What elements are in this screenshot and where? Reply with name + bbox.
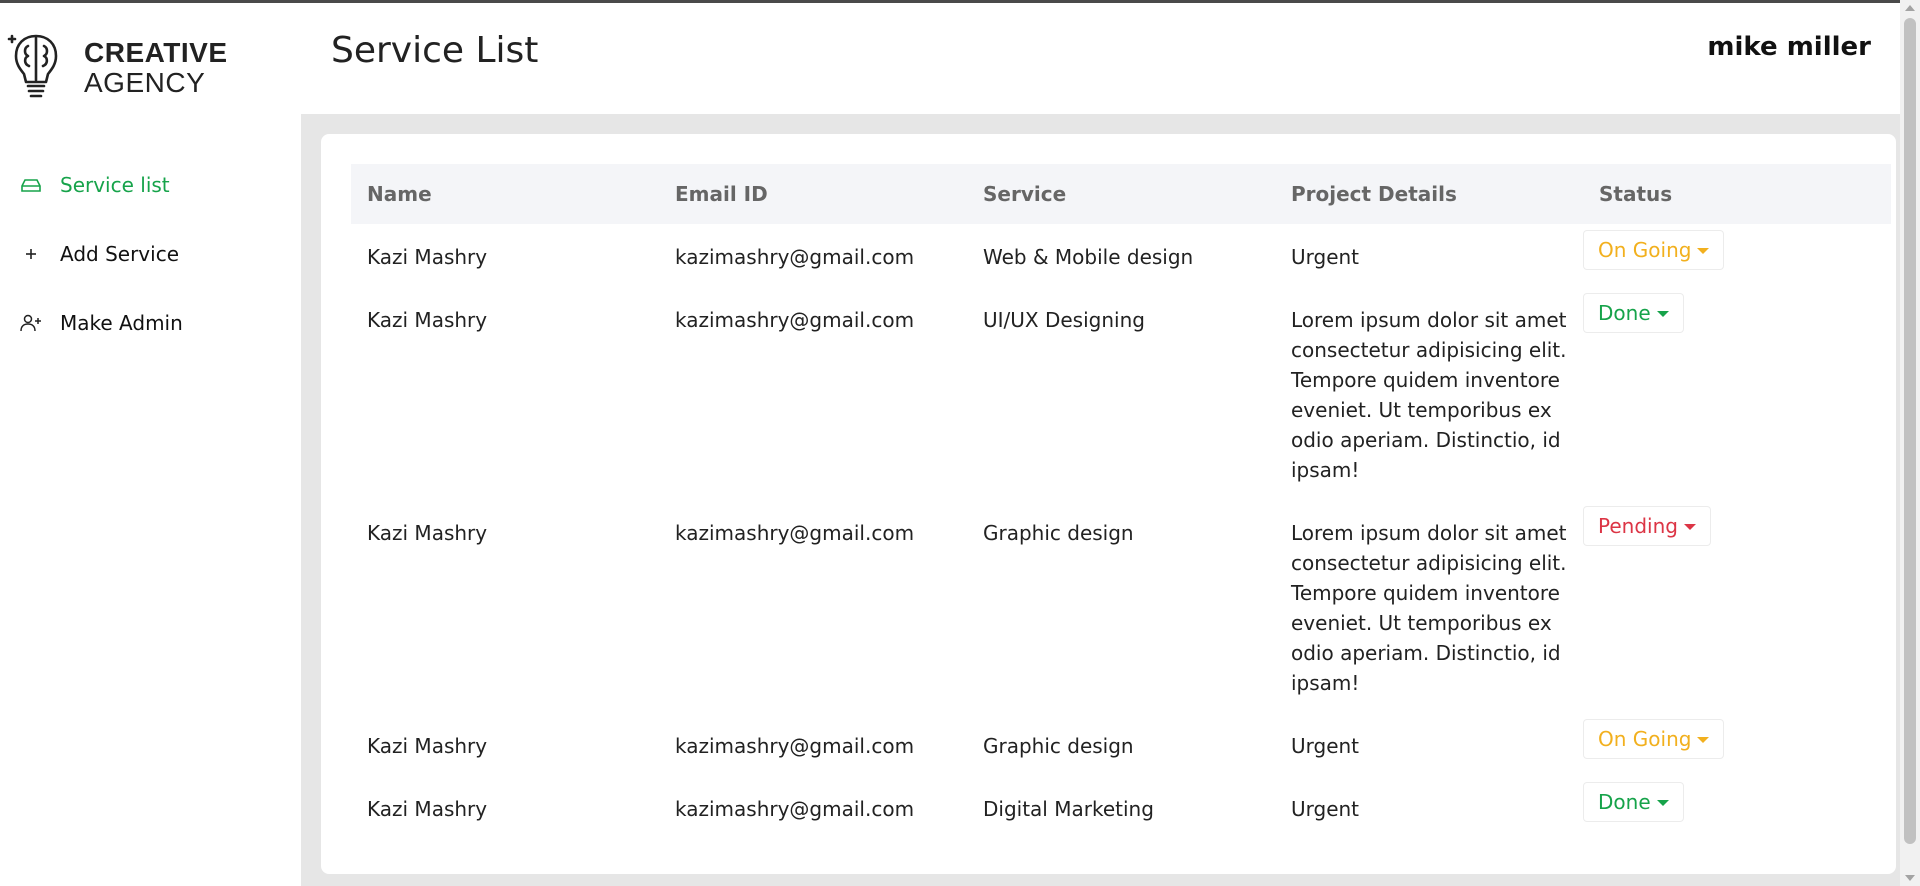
cell-status: On Going [1583,224,1891,287]
cell-email: kazimashry@gmail.com [675,308,915,332]
caret-down-icon [1697,248,1710,254]
cell-status: On Going [1583,713,1891,776]
plus-icon [20,243,42,265]
cell-name: Kazi Mashry [367,734,488,758]
window-top-border [0,0,1920,3]
table-row: Kazi Mashry kazimashry@gmail.com Web & M… [351,224,1891,287]
column-header-email: Email ID [675,182,768,206]
table-header-row: Name Email ID Service Project Details St… [351,164,1891,224]
cell-service: UI/UX Designing [983,308,1145,332]
status-dropdown[interactable]: Done [1583,782,1684,822]
status-dropdown[interactable]: Done [1583,293,1684,333]
cell-project-details: Lorem ipsum dolor sit amet consectetur a… [1291,521,1567,695]
status-label: Done [1598,301,1651,325]
main-content: Name Email ID Service Project Details St… [301,114,1900,886]
cell-service: Graphic design [983,734,1134,758]
cell-name: Kazi Mashry [367,245,488,269]
service-list-card: Name Email ID Service Project Details St… [321,134,1896,874]
column-header-project-details: Project Details [1291,182,1457,206]
cell-email: kazimashry@gmail.com [675,734,915,758]
status-dropdown[interactable]: On Going [1583,230,1725,270]
scrollbar-thumb[interactable] [1904,18,1916,844]
table-row: Kazi Mashry kazimashry@gmail.com Digital… [351,776,1891,839]
brand-name: CREATIVE AGENCY [84,38,228,98]
sidebar-item-add-service[interactable]: Add Service [0,219,300,288]
scroll-down-arrow-icon[interactable] [1905,875,1915,881]
cell-email: kazimashry@gmail.com [675,245,915,269]
cell-status: Done [1583,287,1891,500]
caret-down-icon [1683,524,1696,530]
column-header-service: Service [983,182,1067,206]
sidebar-nav: Service list Add Service Make Admin [0,150,300,357]
status-dropdown[interactable]: On Going [1583,719,1725,759]
table-row: Kazi Mashry kazimashry@gmail.com Graphic… [351,500,1891,713]
status-label: On Going [1598,238,1692,262]
service-list-icon [20,174,42,196]
caret-down-icon [1697,737,1710,743]
caret-down-icon [1656,311,1669,317]
cell-service: Graphic design [983,521,1134,545]
brand-line2: AGENCY [84,67,206,98]
scroll-up-arrow-icon[interactable] [1905,5,1915,11]
status-label: On Going [1598,727,1692,751]
cell-email: kazimashry@gmail.com [675,797,915,821]
status-label: Done [1598,790,1651,814]
status-label: Pending [1598,514,1678,538]
cell-status: Done [1583,776,1891,839]
brand-logo[interactable]: CREATIVE AGENCY [4,30,244,106]
user-name[interactable]: mike miller [1707,32,1871,62]
cell-name: Kazi Mashry [367,797,488,821]
sidebar-item-label: Add Service [60,241,179,266]
user-plus-icon [20,312,42,334]
table-row: Kazi Mashry kazimashry@gmail.com UI/UX D… [351,287,1891,500]
table-row: Kazi Mashry kazimashry@gmail.com Graphic… [351,713,1891,776]
column-header-name: Name [367,182,432,206]
cell-project-details: Lorem ipsum dolor sit amet consectetur a… [1291,308,1567,482]
brain-bulb-logo-icon [7,34,58,98]
cell-project-details: Urgent [1291,797,1360,821]
cell-name: Kazi Mashry [367,308,488,332]
sidebar-item-label: Make Admin [60,310,183,335]
caret-down-icon [1656,800,1669,806]
cell-name: Kazi Mashry [367,521,488,545]
service-table: Name Email ID Service Project Details St… [351,164,1891,839]
cell-service: Web & Mobile design [983,245,1194,269]
cell-email: kazimashry@gmail.com [675,521,915,545]
page-title: Service List [331,30,539,71]
status-dropdown[interactable]: Pending [1583,506,1711,546]
cell-project-details: Urgent [1291,734,1360,758]
cell-project-details: Urgent [1291,245,1360,269]
brand-line1: CREATIVE [84,37,228,68]
cell-status: Pending [1583,500,1891,713]
sidebar-item-make-admin[interactable]: Make Admin [0,288,300,357]
vertical-scrollbar[interactable] [1900,0,1920,886]
cell-service: Digital Marketing [983,797,1154,821]
sidebar-item-label: Service list [60,172,170,197]
column-header-status: Status [1599,182,1673,206]
sidebar-item-service-list[interactable]: Service list [0,150,300,219]
